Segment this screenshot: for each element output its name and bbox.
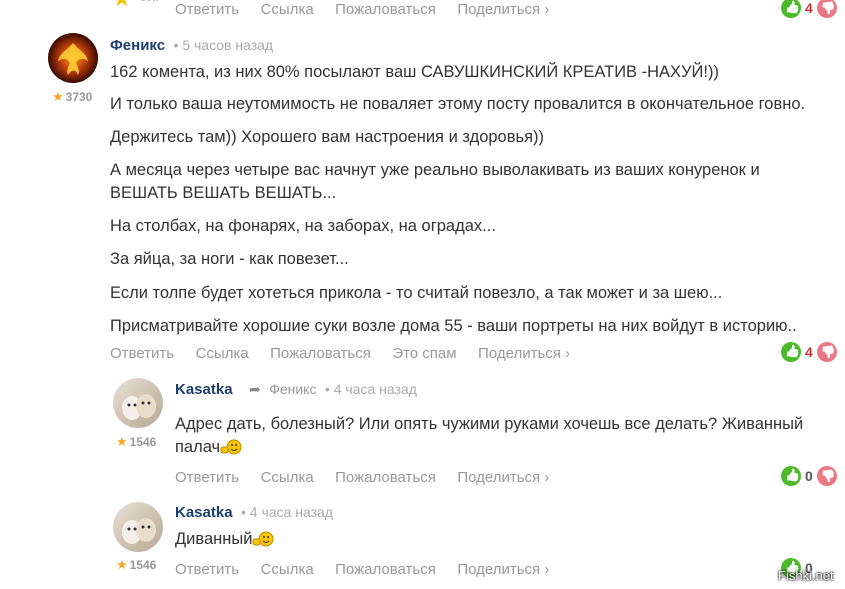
thumbs-up-smiley-icon [252,531,274,547]
vote-down-icon[interactable] [816,0,837,18]
comment-header: Kasatka • 4 часа назад [175,504,333,522]
share-link[interactable]: Поделиться › [457,469,549,486]
comment-text-content: Адрес дать, болезный? Или опять чужими р… [175,415,804,456]
watermark: Fishki.net [778,568,834,583]
star-icon: ★ [116,434,128,449]
top-actions: Ответить Ссылка Пожаловаться Поделиться … [175,1,549,19]
vote-up-icon[interactable] [781,466,801,486]
reply-link[interactable]: Ответить [175,1,239,18]
top-rating-badge: ★ 30k [112,0,172,12]
comment-actions: Ответить Ссылка Пожаловаться Поделиться … [175,561,549,579]
comment-paragraph: Присматривайте хорошие суки возле дома 5… [110,317,797,335]
star-icon: ★ [116,557,128,572]
comment-paragraph: За яйца, за ноги - как повезет... [110,250,349,268]
comment-votes: 4 [781,342,837,362]
comment-votes: 0 [781,466,837,486]
avatar[interactable] [48,33,98,83]
vote-score: 4 [805,0,813,16]
comment-header: Феникс • 5 часов назад [110,37,273,55]
author-name[interactable]: Феникс [110,37,165,54]
thumbs-up-smiley-icon [220,439,242,455]
avatar[interactable] [113,378,163,428]
vote-down-icon[interactable] [816,342,837,362]
author-name[interactable]: Kasatka [175,381,233,398]
vote-up-icon[interactable] [781,342,801,362]
comment-actions: Ответить Ссылка Пожаловаться Это спам По… [110,345,570,363]
rating-value: 3730 [65,90,93,104]
timestamp[interactable]: • 5 часов назад [174,37,274,53]
report-link[interactable]: Пожаловаться [335,469,436,486]
reply-link[interactable]: Ответить [175,469,239,486]
comment-text: Адрес дать, болезный? Или опять чужими р… [175,413,835,459]
avatar[interactable] [113,502,163,552]
permalink-link[interactable]: Ссылка [261,1,314,18]
reply-link[interactable]: Ответить [110,345,174,362]
permalink-link[interactable]: Ссылка [261,469,314,486]
reply-link[interactable]: Ответить [175,561,239,578]
comment-paragraph: На столбах, на фонарях, на заборах, на о… [110,217,496,235]
comment-text-content: Диванный [175,530,253,548]
report-link[interactable]: Пожаловаться [335,1,436,18]
report-link[interactable]: Пожаловаться [270,345,371,362]
comment-header: Kasatka ➦ Феникс • 4 часа назад [175,381,417,399]
timestamp[interactable]: • 4 часа назад [325,381,417,397]
share-link[interactable]: Поделиться › [457,1,549,18]
share-link[interactable]: Поделиться › [457,561,549,578]
permalink-link[interactable]: Ссылка [261,561,314,578]
cats-avatar-icon [122,394,156,420]
share-link[interactable]: Поделиться › [478,345,570,362]
timestamp[interactable]: • 4 часа назад [241,504,333,520]
author-rating: ★ 1546 [116,433,156,451]
reply-to-name[interactable]: Феникс [269,381,316,397]
comment-text: Диванный [175,528,835,551]
vote-up-icon[interactable] [781,0,801,18]
vote-score: 0 [805,468,813,484]
comment-paragraph: 162 комента, из них 80% посылают ваш САВ… [110,63,719,81]
star-icon: ★ [112,0,132,12]
comment-paragraph: А месяца через четыре вас начнут уже реа… [110,161,760,202]
report-link[interactable]: Пожаловаться [335,561,436,578]
rating-value: 1546 [129,435,157,449]
comment-paragraph: И только ваша неутомимость не поваляет э… [110,95,806,113]
top-votes: 4 [781,0,837,18]
permalink-link[interactable]: Ссылка [196,345,249,362]
top-rating-value: 30k [140,0,158,4]
author-rating: ★ 1546 [116,556,156,574]
cats-avatar-icon [122,518,156,544]
comment-paragraph: Если толпе будет хотеться прикола - то с… [110,284,723,302]
comment-paragraph: Держитесь там)) Хорошего вам настроения … [110,128,545,146]
phoenix-icon [58,43,88,75]
reply-arrow-icon: ➦ [249,381,261,397]
vote-down-icon[interactable] [816,466,837,486]
vote-score: 4 [805,344,813,360]
star-icon: ★ [52,89,64,104]
author-rating: ★ 3730 [52,88,92,106]
spam-link[interactable]: Это спам [392,345,456,362]
rating-value: 1546 [129,558,157,572]
comment-actions: Ответить Ссылка Пожаловаться Поделиться … [175,469,549,487]
author-name[interactable]: Kasatka [175,504,233,521]
